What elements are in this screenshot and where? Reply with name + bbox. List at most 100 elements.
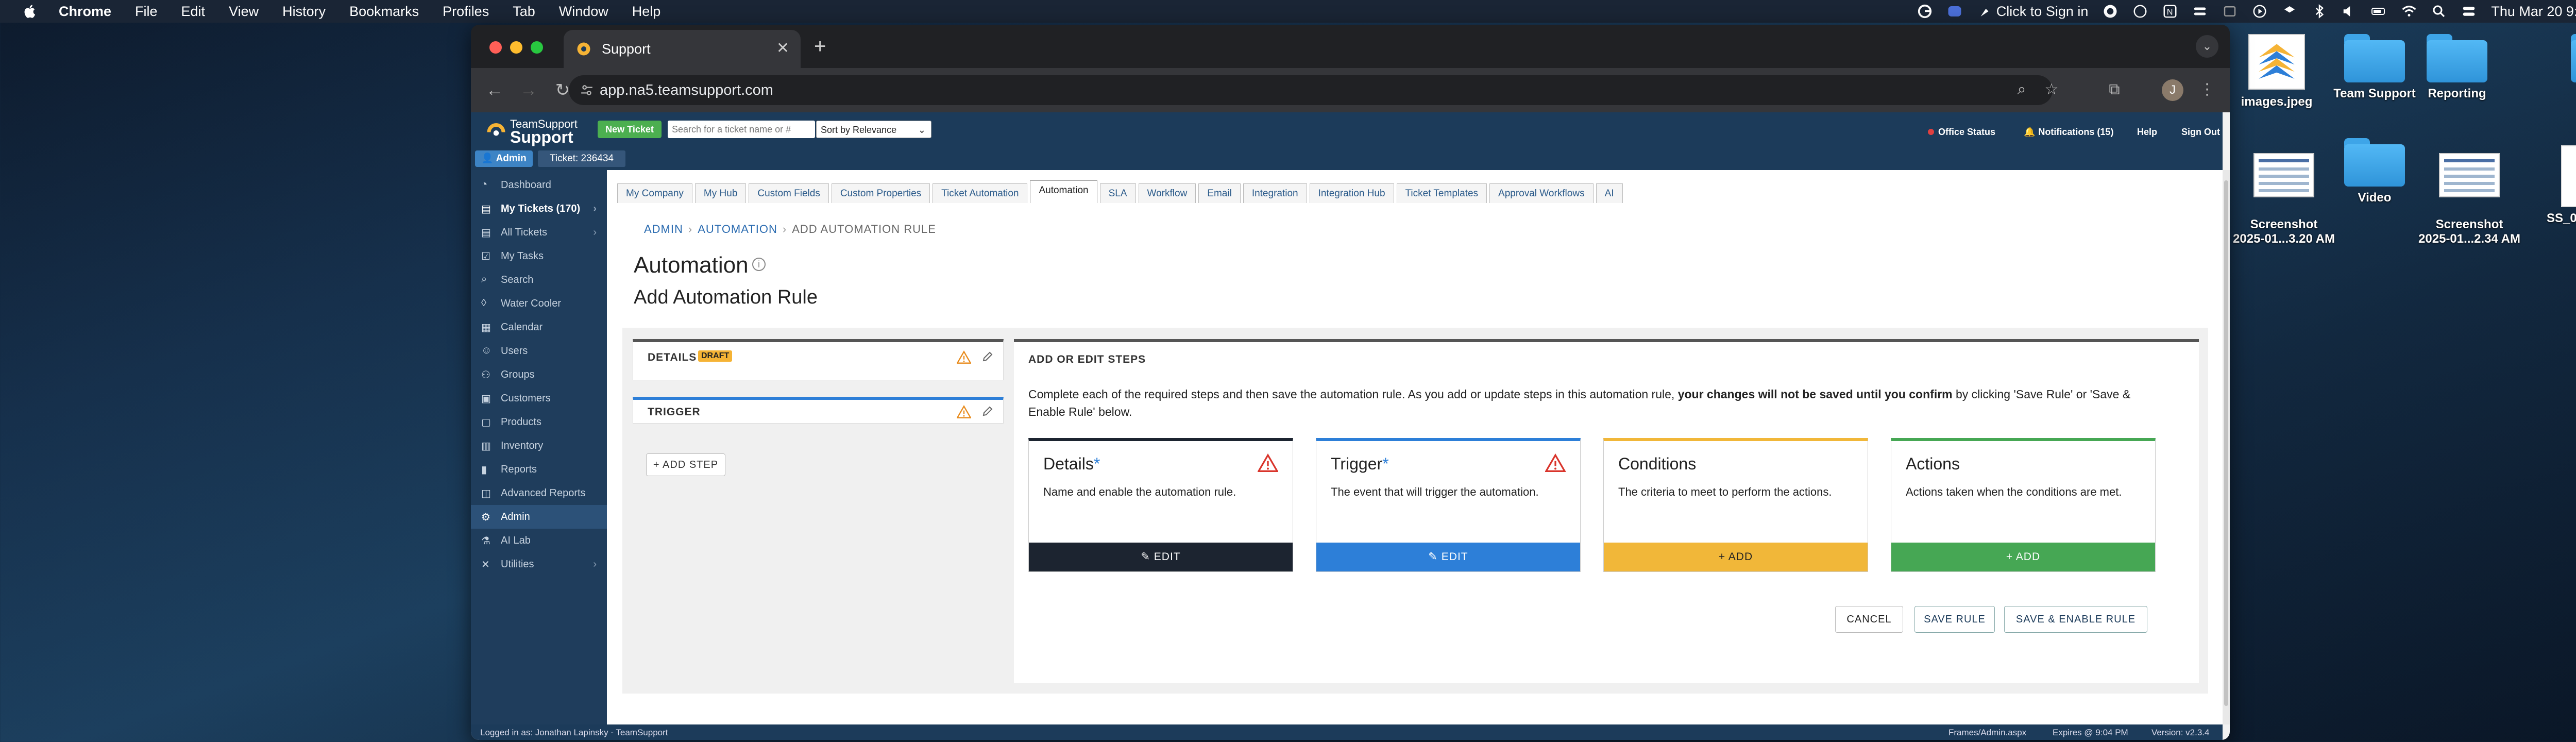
sidebar-item-my-tasks[interactable]: ☑ My Tasks [471,244,607,268]
breadcrumb-automation[interactable]: AUTOMATION [698,223,777,235]
screen-record-icon[interactable] [2222,4,2238,19]
menu-history[interactable]: History [282,4,326,20]
breadcrumb-admin[interactable]: ADMIN [644,223,683,235]
menubar-clock[interactable]: Thu Mar 20 9:07 AM [2491,4,2576,20]
browser-tab-support[interactable]: Support ✕ [564,30,801,68]
sidebar-item-ai-lab[interactable]: ⚗ AI Lab [471,529,607,552]
sidebar-item-admin[interactable]: ⚙ Admin [471,505,607,529]
add-step-button[interactable]: + ADD STEP [646,453,725,476]
zoom-icon[interactable]: ⌕ [2011,79,2032,100]
close-tab-icon[interactable]: ✕ [776,39,789,57]
tab-custom-fields[interactable]: Custom Fields [749,183,829,203]
stack-icon[interactable] [2192,4,2208,19]
sidebar-item-advanced-reports[interactable]: ◫ Advanced Reports [471,481,607,505]
tab-email[interactable]: Email [1198,183,1241,203]
scrollbar-thumb[interactable] [2224,180,2228,706]
pencil-icon[interactable] [981,350,994,363]
menu-bookmarks[interactable]: Bookmarks [349,4,419,20]
extensions-icon[interactable]: ⧉ [2104,79,2125,100]
page-scrollbar[interactable] [2223,170,2230,724]
site-info-icon[interactable] [580,83,594,97]
dropbox-icon[interactable] [2282,4,2297,19]
tab-my-hub[interactable]: My Hub [694,183,747,203]
teamsupport-logo[interactable]: TeamSupport Support [480,116,594,146]
sidebar-item-calendar[interactable]: ▦ Calendar [471,315,607,339]
save-enable-rule-button[interactable]: SAVE & ENABLE RULE [2004,606,2147,633]
new-ticket-button[interactable]: New Ticket [598,121,662,138]
tab-ticket-templates[interactable]: Ticket Templates [1396,183,1487,203]
bluetooth-icon[interactable] [2312,4,2327,19]
ticket-search-input[interactable]: Search for a ticket name or # [668,121,815,138]
step-card-details[interactable]: DETAILS DRAFT [633,339,1004,380]
audio-icon[interactable] [2342,4,2357,19]
tab-search-chevron-icon[interactable]: ⌄ [2196,35,2218,58]
help-link[interactable]: Help [2137,127,2157,138]
sidebar-item-customers[interactable]: ▣ Customers [471,386,607,410]
sidebar-item-search[interactable]: ⌕ Search [471,268,607,292]
new-tab-icon[interactable]: + [814,35,826,58]
desktop-folder-reporting[interactable]: Reporting [2398,34,2516,102]
details-edit-button[interactable]: ✎ EDIT [1029,543,1293,571]
back-arrow-icon[interactable]: ← [484,80,505,100]
tab-my-company[interactable]: My Company [617,183,692,203]
zoom-window-button[interactable] [531,41,543,54]
menu-tab[interactable]: Tab [513,4,535,20]
actions-add-button[interactable]: + ADD [1891,543,2155,571]
menu-edit[interactable]: Edit [181,4,206,20]
menu-help[interactable]: Help [632,4,661,20]
sidebar-item-inventory[interactable]: ▥ Inventory [471,434,607,458]
address-bar[interactable]: app.na5.teamsupport.com [569,75,2053,105]
step-card-trigger[interactable]: TRIGGER [633,397,1004,424]
sidebar-item-my-tickets[interactable]: ▤ My Tickets (170) › [471,197,607,221]
sidebar-item-water-cooler[interactable]: ◊ Water Cooler [471,292,607,315]
menu-app-name[interactable]: Chrome [59,4,111,20]
profile-avatar[interactable]: J [2162,79,2183,101]
battery-icon[interactable] [2371,4,2387,19]
tab-integration[interactable]: Integration [1243,183,1307,203]
save-rule-button[interactable]: SAVE RULE [1914,606,1995,633]
tab-integration-hub[interactable]: Integration Hub [1309,183,1394,203]
admin-button[interactable]: 👤 Admin [475,150,533,167]
info-icon[interactable]: i [752,258,766,271]
pencil-icon[interactable] [981,405,994,417]
tab-ai[interactable]: AI [1596,183,1623,203]
sidebar-item-products[interactable]: ▢ Products [471,410,607,434]
menu-window[interactable]: Window [559,4,608,20]
desktop-folder-j[interactable]: J [2542,34,2576,102]
vpn-icon[interactable] [1947,4,1962,19]
cancel-button[interactable]: CANCEL [1835,606,1903,633]
apple-icon[interactable] [23,4,38,19]
control-center-icon[interactable] [2461,4,2477,19]
notifications-link[interactable]: 🔔 Notifications (15) [2024,127,2113,138]
tab-ticket-automation[interactable]: Ticket Automation [933,183,1028,203]
tab-automation[interactable]: Automation [1030,180,1097,203]
conditions-add-button[interactable]: + ADD [1604,543,1868,571]
close-window-button[interactable] [489,41,502,54]
sidebar-item-reports[interactable]: ▮ Reports [471,458,607,481]
desktop-file-screenshot-2[interactable]: Screenshot 2025-01...2.34 AM [2410,138,2529,247]
grammarly-icon[interactable] [2103,4,2118,19]
record-icon[interactable] [2252,4,2267,19]
menu-profiles[interactable]: Profiles [443,4,489,20]
tab-approval-workflows[interactable]: Approval Workflows [1489,183,1594,203]
click-to-sign-in[interactable]: Click to Sign in [1996,4,2089,20]
ticket-tab[interactable]: Ticket: 236434 [538,150,625,167]
bookmark-star-icon[interactable]: ☆ [2041,79,2062,100]
desktop-file-ss005-docx[interactable]: SS_005.docx [2526,145,2576,226]
tab-sla[interactable]: SLA [1099,183,1136,203]
google-icon[interactable] [1917,4,1933,19]
sidebar-item-dashboard[interactable]: ◔ Dashboard [471,173,607,197]
menu-file[interactable]: File [135,4,158,20]
trigger-edit-button[interactable]: ✎ EDIT [1316,543,1580,571]
minimize-window-button[interactable] [510,41,522,54]
tab-custom-properties[interactable]: Custom Properties [831,183,930,203]
sidebar-item-all-tickets[interactable]: ▤ All Tickets › [471,221,607,244]
sign-out-link[interactable]: Sign Out [2181,127,2220,138]
wifi-icon[interactable] [2401,4,2417,19]
notion-icon[interactable]: N [2162,4,2178,19]
spotlight-icon[interactable] [2431,4,2447,19]
sidebar-item-utilities[interactable]: ✕ Utilities › [471,552,607,576]
sort-select[interactable]: Sort by Relevance ⌄ [816,121,931,138]
sidebar-item-groups[interactable]: ⚇ Groups [471,363,607,386]
sidebar-item-users[interactable]: ☺ Users [471,339,607,363]
